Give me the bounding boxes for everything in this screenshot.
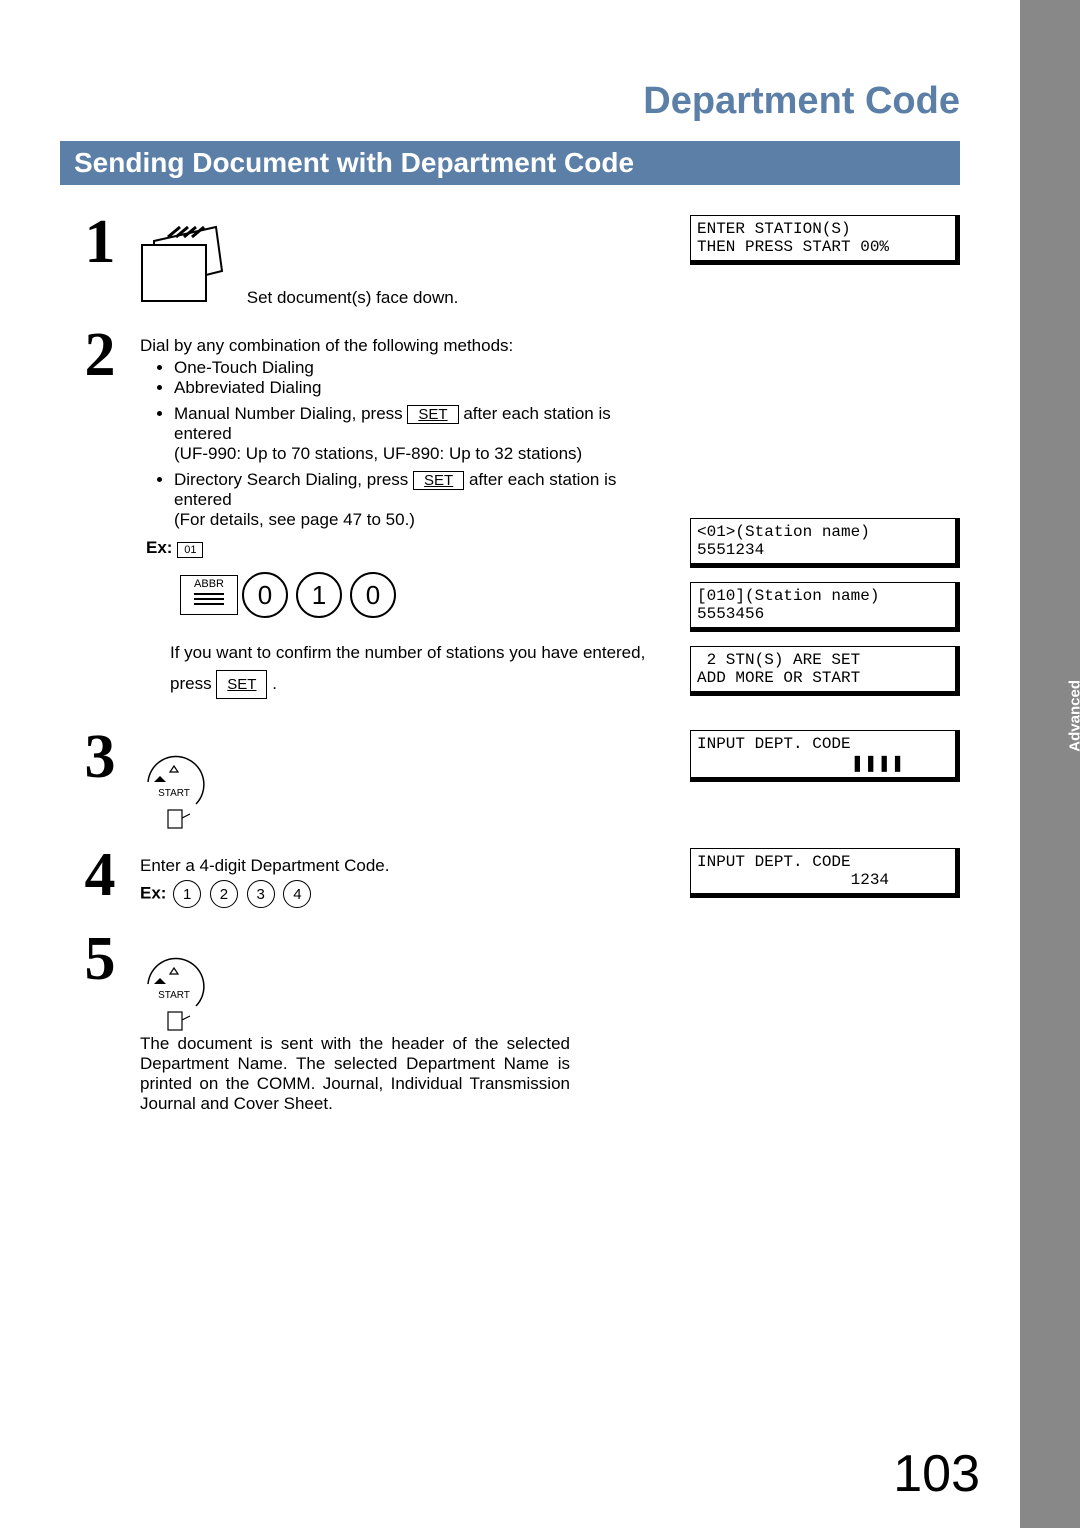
step-4-text: Enter a 4-digit Department Code. — [140, 856, 670, 876]
digit-key-1[interactable]: 1 — [173, 880, 201, 908]
lcd-enter-station: ENTER STATION(S) THEN PRESS START 00% — [690, 215, 960, 265]
method-manual: Manual Number Dialing, press SET after e… — [174, 404, 670, 464]
lcd-input-dept-blank: INPUT DEPT. CODE ❚❚❚❚ — [690, 730, 960, 782]
step-1-text: Set document(s) face down. — [247, 288, 459, 307]
abbr-lines-icon-2 — [194, 598, 224, 600]
numpad-key-1[interactable]: 1 — [296, 572, 342, 618]
set-button-2[interactable]: SET — [413, 471, 464, 490]
lcd1-line2: THEN PRESS START 00% — [697, 238, 889, 256]
digit-key-2[interactable]: 2 — [210, 880, 238, 908]
step-5-number: 5 — [60, 932, 140, 988]
onetouch-key-01[interactable]: 01 — [177, 542, 203, 558]
start-button-2[interactable]: START — [140, 940, 208, 1030]
lcd-station-010: [010](Station name) 5553456 — [690, 582, 960, 632]
step-4-body: Enter a 4-digit Department Code. Ex: 1 2… — [140, 848, 670, 908]
abbr-lines-icon — [194, 593, 224, 595]
lcd2-line2: 5551234 — [697, 541, 764, 559]
step-4-lcd-col: INPUT DEPT. CODE 1234 — [670, 848, 960, 912]
step-3-body: START — [140, 730, 670, 828]
method-onetouch: One-Touch Dialing — [174, 358, 670, 378]
digit-key-4[interactable]: 4 — [283, 880, 311, 908]
lcd-stn-set: 2 STN(S) ARE SET ADD MORE OR START — [690, 646, 960, 696]
abbr-key[interactable]: ABBR — [180, 575, 238, 615]
lcd3-line2: 5553456 — [697, 605, 764, 623]
ex-label-2: Ex: — [140, 883, 166, 902]
step-2: 2 Dial by any combination of the followi… — [60, 328, 960, 710]
section-heading: Sending Document with Department Code — [60, 141, 960, 185]
step-1-body: Set document(s) face down. — [140, 215, 670, 308]
numpad-key-0a[interactable]: 0 — [242, 572, 288, 618]
step-3-lcd-col: INPUT DEPT. CODE ❚❚❚❚ — [670, 730, 960, 796]
m4c: (For details, see page 47 to 50.) — [174, 510, 415, 529]
lcd4-line1: 2 STN(S) ARE SET — [697, 651, 860, 669]
m4a: Directory Search Dialing, press — [174, 470, 413, 489]
lcd6-line1: INPUT DEPT. CODE — [697, 853, 851, 871]
lcd-input-dept-1234: INPUT DEPT. CODE 1234 — [690, 848, 960, 898]
start-label-2: START — [158, 990, 190, 1001]
content-area: 1 Set document(s) face down. ENTER STATI… — [60, 215, 960, 1114]
lcd5-line1: INPUT DEPT. CODE — [697, 735, 851, 753]
step-2-body: Dial by any combination of the following… — [140, 328, 670, 699]
document-facedown-icon — [140, 223, 228, 308]
lcd-station-01: <01>(Station name) 5551234 — [690, 518, 960, 568]
page-title: Department Code — [60, 80, 960, 123]
step-1-lcd-col: ENTER STATION(S) THEN PRESS START 00% — [670, 215, 960, 279]
method-directory: Directory Search Dialing, press SET afte… — [174, 470, 670, 530]
m3c: (UF-990: Up to 70 stations, UF-890: Up t… — [174, 444, 582, 463]
step-4: 4 Enter a 4-digit Department Code. Ex: 1… — [60, 848, 960, 912]
abbr-lines-icon-3 — [194, 603, 224, 605]
step-3-number: 3 — [60, 730, 140, 786]
step-5-text: The document is sent with the header of … — [140, 1034, 570, 1114]
lcd1-line1: ENTER STATION(S) — [697, 220, 851, 238]
step-1-number: 1 — [60, 215, 140, 271]
step-2-intro: Dial by any combination of the following… — [140, 336, 670, 356]
m3a: Manual Number Dialing, press — [174, 404, 407, 423]
lcd3-line1: [010](Station name) — [697, 587, 879, 605]
step-1: 1 Set document(s) face down. ENTER STATI… — [60, 215, 960, 308]
set-button-3[interactable]: SET — [216, 670, 267, 699]
lcd2-line1: <01>(Station name) — [697, 523, 870, 541]
step-5: 5 START The document is sent with the he… — [60, 932, 960, 1114]
confirm-text-b: . — [272, 674, 277, 693]
digit-key-3[interactable]: 3 — [247, 880, 275, 908]
lcd4-line2: ADD MORE OR START — [697, 669, 860, 687]
method-abbr: Abbreviated Dialing — [174, 378, 670, 398]
numpad-key-0b[interactable]: 0 — [350, 572, 396, 618]
set-button-1[interactable]: SET — [407, 405, 458, 424]
step-2-lcd-col: <01>(Station name) 5551234 [010](Station… — [670, 328, 960, 710]
step-4-number: 4 — [60, 848, 140, 904]
step-5-body: START The document is sent with the head… — [140, 932, 670, 1114]
page-number: 103 — [893, 1444, 980, 1504]
start-label-1: START — [158, 788, 190, 799]
ex-label-1: Ex: — [146, 538, 172, 557]
step-3: 3 START INPUT DEPT. CODE ❚❚❚❚ — [60, 730, 960, 828]
abbr-key-label: ABBR — [194, 578, 224, 590]
step-2-number: 2 — [60, 328, 140, 384]
lcd6-line2: 1234 — [697, 871, 889, 889]
start-button-1[interactable]: START — [140, 738, 208, 828]
lcd5-line2: ❚❚❚❚ — [697, 755, 904, 773]
